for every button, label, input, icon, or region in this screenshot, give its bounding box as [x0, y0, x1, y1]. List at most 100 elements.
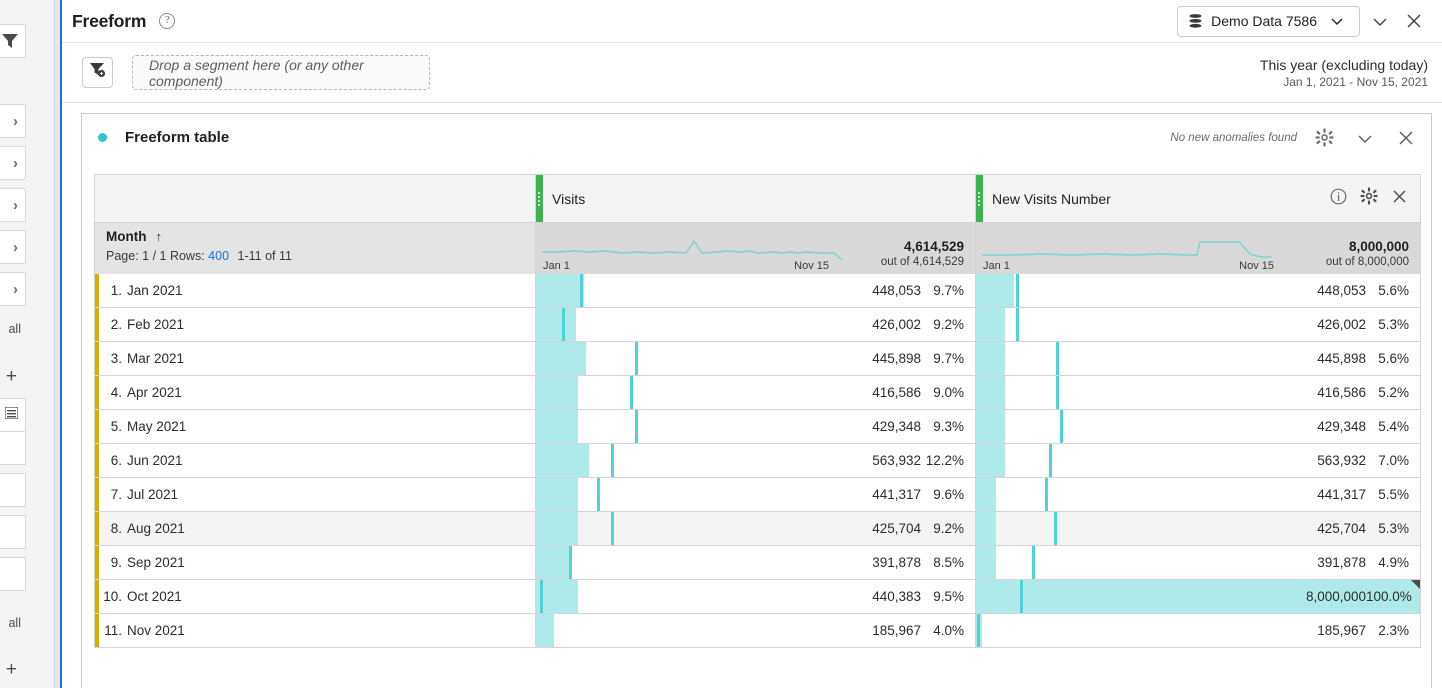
row-metric-cell-visits[interactable]: 425,704 9.2% [535, 512, 975, 545]
row-dimension-cell[interactable]: 7. Jul 2021 [95, 478, 535, 511]
row-dimension-cell[interactable]: 10. Oct 2021 [95, 580, 535, 613]
metric-header-new-visits-number[interactable]: New Visits Number [975, 175, 1420, 222]
metric-bar-marker [1015, 274, 1019, 307]
sparkline-end-label: Nov 15 [794, 260, 829, 272]
metric-bar-marker [1060, 410, 1064, 443]
row-metric-cell-new-visits-number[interactable]: 416,586 5.2% [975, 376, 1420, 409]
rail-item-2[interactable] [0, 473, 26, 507]
metric-header-visits[interactable]: Visits [535, 175, 975, 222]
row-dimension-cell[interactable]: 3. Mar 2021 [95, 342, 535, 375]
rail-add-2[interactable]: + [0, 659, 24, 681]
segment-dropzone[interactable]: Drop a segment here (or any other compon… [132, 55, 430, 90]
row-metric-cell-new-visits-number[interactable]: 448,053 5.6% [975, 274, 1420, 307]
panel-header-actions: No new anomalies found [1170, 124, 1420, 152]
row-metric-cell-new-visits-number[interactable]: 8,000,000 100.0% [975, 580, 1420, 613]
row-metric-cell-new-visits-number[interactable]: 425,704 5.3% [975, 512, 1420, 545]
table-row[interactable]: 8. Aug 2021 425,704 9.2% 425,704 5.3% [94, 512, 1421, 546]
rail-item-1[interactable] [0, 431, 26, 465]
metric-bar-marker [597, 478, 601, 511]
row-metric-cell-visits[interactable]: 441,317 9.6% [535, 478, 975, 511]
panel-settings-button[interactable] [1310, 124, 1338, 152]
dimension-accent-bar [95, 342, 99, 375]
collapse-panel-button[interactable] [1366, 7, 1394, 35]
panel-collapse-button[interactable] [1351, 124, 1379, 152]
row-metric-cell-visits[interactable]: 445,898 9.7% [535, 342, 975, 375]
info-icon[interactable] [1330, 188, 1347, 210]
row-metric-cell-new-visits-number[interactable]: 441,317 5.5% [975, 478, 1420, 511]
rail-show-all-2[interactable]: all [0, 616, 24, 632]
table-row[interactable]: 6. Jun 2021 563,932 12.2% 563,932 7.0% [94, 444, 1421, 478]
table-row[interactable]: 7. Jul 2021 441,317 9.6% 441,317 5.5% [94, 478, 1421, 512]
row-metric-cell-new-visits-number[interactable]: 563,932 7.0% [975, 444, 1420, 477]
table-row[interactable]: 1. Jan 2021 448,053 9.7% 448,053 5.6% [94, 274, 1421, 308]
row-dimension-cell[interactable]: 4. Apr 2021 [95, 376, 535, 409]
row-metric-cell-visits[interactable]: 440,383 9.5% [535, 580, 975, 613]
gear-icon[interactable] [1360, 187, 1378, 210]
drag-handle-icon[interactable] [978, 190, 980, 208]
close-icon[interactable] [1391, 188, 1408, 210]
sparkline-new-visits-number[interactable]: Jan 1 Nov 15 [976, 223, 1280, 274]
row-rank: 5. [110, 419, 122, 434]
table-row[interactable]: 11. Nov 2021 185,967 4.0% 185,967 2.3% [94, 614, 1421, 648]
rail-expand-3[interactable]: › [0, 188, 26, 222]
row-dimension-cell[interactable]: 6. Jun 2021 [95, 444, 535, 477]
row-dimension-cell[interactable]: 2. Feb 2021 [95, 308, 535, 341]
metric-bar-marker [634, 410, 638, 443]
metric-percent: 4.0% [933, 623, 964, 638]
page-title: Freeform [72, 10, 147, 31]
drag-handle-icon[interactable] [538, 190, 540, 208]
rail-item-3[interactable] [0, 515, 26, 549]
row-rank: 6. [110, 453, 122, 468]
rail-expand-1[interactable]: › [0, 104, 26, 138]
table-row[interactable]: 9. Sep 2021 391,878 8.5% 391,878 4.9% [94, 546, 1421, 580]
row-rank: 1. [110, 283, 122, 298]
row-dimension-cell[interactable]: 8. Aug 2021 [95, 512, 535, 545]
rail-item-4[interactable] [0, 557, 26, 591]
row-metric-cell-new-visits-number[interactable]: 429,348 5.4% [975, 410, 1420, 443]
row-metric-cell-visits[interactable]: 429,348 9.3% [535, 410, 975, 443]
row-dimension-cell[interactable]: 9. Sep 2021 [95, 546, 535, 579]
metric-bar-marker [977, 614, 981, 647]
metric-percent: 5.6% [1378, 283, 1409, 298]
dimension-name[interactable]: Month [106, 229, 146, 244]
rail-show-all-1[interactable]: all [0, 322, 24, 338]
row-dimension-cell[interactable]: 5. May 2021 [95, 410, 535, 443]
row-metric-cell-new-visits-number[interactable]: 445,898 5.6% [975, 342, 1420, 375]
table-row[interactable]: 2. Feb 2021 426,002 9.2% 426,002 5.3% [94, 308, 1421, 342]
sort-ascending-icon[interactable]: ↑ [155, 229, 162, 244]
sparkline-visits[interactable]: Jan 1 Nov 15 [536, 223, 842, 274]
project-selector[interactable]: Demo Data 7586 [1177, 5, 1360, 37]
table-row[interactable]: 10. Oct 2021 440,383 9.5% 8,000,000 100.0% [94, 580, 1421, 614]
row-metric-cell-new-visits-number[interactable]: 185,967 2.3% [975, 614, 1420, 647]
rail-expand-5[interactable]: › [0, 272, 26, 306]
dimension-summary: Month ↑ Page: 1 / 1 Rows: 400 1-11 of 11 [95, 223, 535, 274]
row-dimension-cell[interactable]: 1. Jan 2021 [95, 274, 535, 307]
cell-note-indicator[interactable] [1411, 580, 1420, 589]
rail-add-1[interactable]: + [0, 366, 24, 388]
rows-value[interactable]: 400 [208, 249, 229, 263]
table-row[interactable]: 3. Mar 2021 445,898 9.7% 445,898 5.6% [94, 342, 1421, 376]
table-row[interactable]: 5. May 2021 429,348 9.3% 429,348 5.4% [94, 410, 1421, 444]
row-metric-cell-new-visits-number[interactable]: 391,878 4.9% [975, 546, 1420, 579]
help-circle-icon[interactable]: ? [159, 13, 176, 29]
rail-expand-2[interactable]: › [0, 146, 26, 180]
add-filter-button[interactable] [82, 57, 113, 88]
row-metric-cell-visits[interactable]: 448,053 9.7% [535, 274, 975, 307]
row-metric-cell-visits[interactable]: 391,878 8.5% [535, 546, 975, 579]
sparkline-start-label: Jan 1 [983, 260, 1010, 272]
row-metric-cell-new-visits-number[interactable]: 426,002 5.3% [975, 308, 1420, 341]
rail-list-button[interactable] [0, 398, 26, 432]
row-metric-cell-visits[interactable]: 416,586 9.0% [535, 376, 975, 409]
rail-expand-4[interactable]: › [0, 230, 26, 264]
panel-close-button[interactable] [1392, 124, 1420, 152]
metric-percent: 9.5% [933, 589, 964, 604]
metric-percent: 9.3% [933, 419, 964, 434]
date-range[interactable]: This year (excluding today) Jan 1, 2021 … [1260, 57, 1428, 89]
rail-filter-button[interactable] [0, 24, 26, 58]
row-metric-cell-visits[interactable]: 563,932 12.2% [535, 444, 975, 477]
close-panel-button[interactable] [1400, 7, 1428, 35]
row-metric-cell-visits[interactable]: 185,967 4.0% [535, 614, 975, 647]
table-row[interactable]: 4. Apr 2021 416,586 9.0% 416,586 5.2% [94, 376, 1421, 410]
row-metric-cell-visits[interactable]: 426,002 9.2% [535, 308, 975, 341]
row-dimension-cell[interactable]: 11. Nov 2021 [95, 614, 535, 647]
